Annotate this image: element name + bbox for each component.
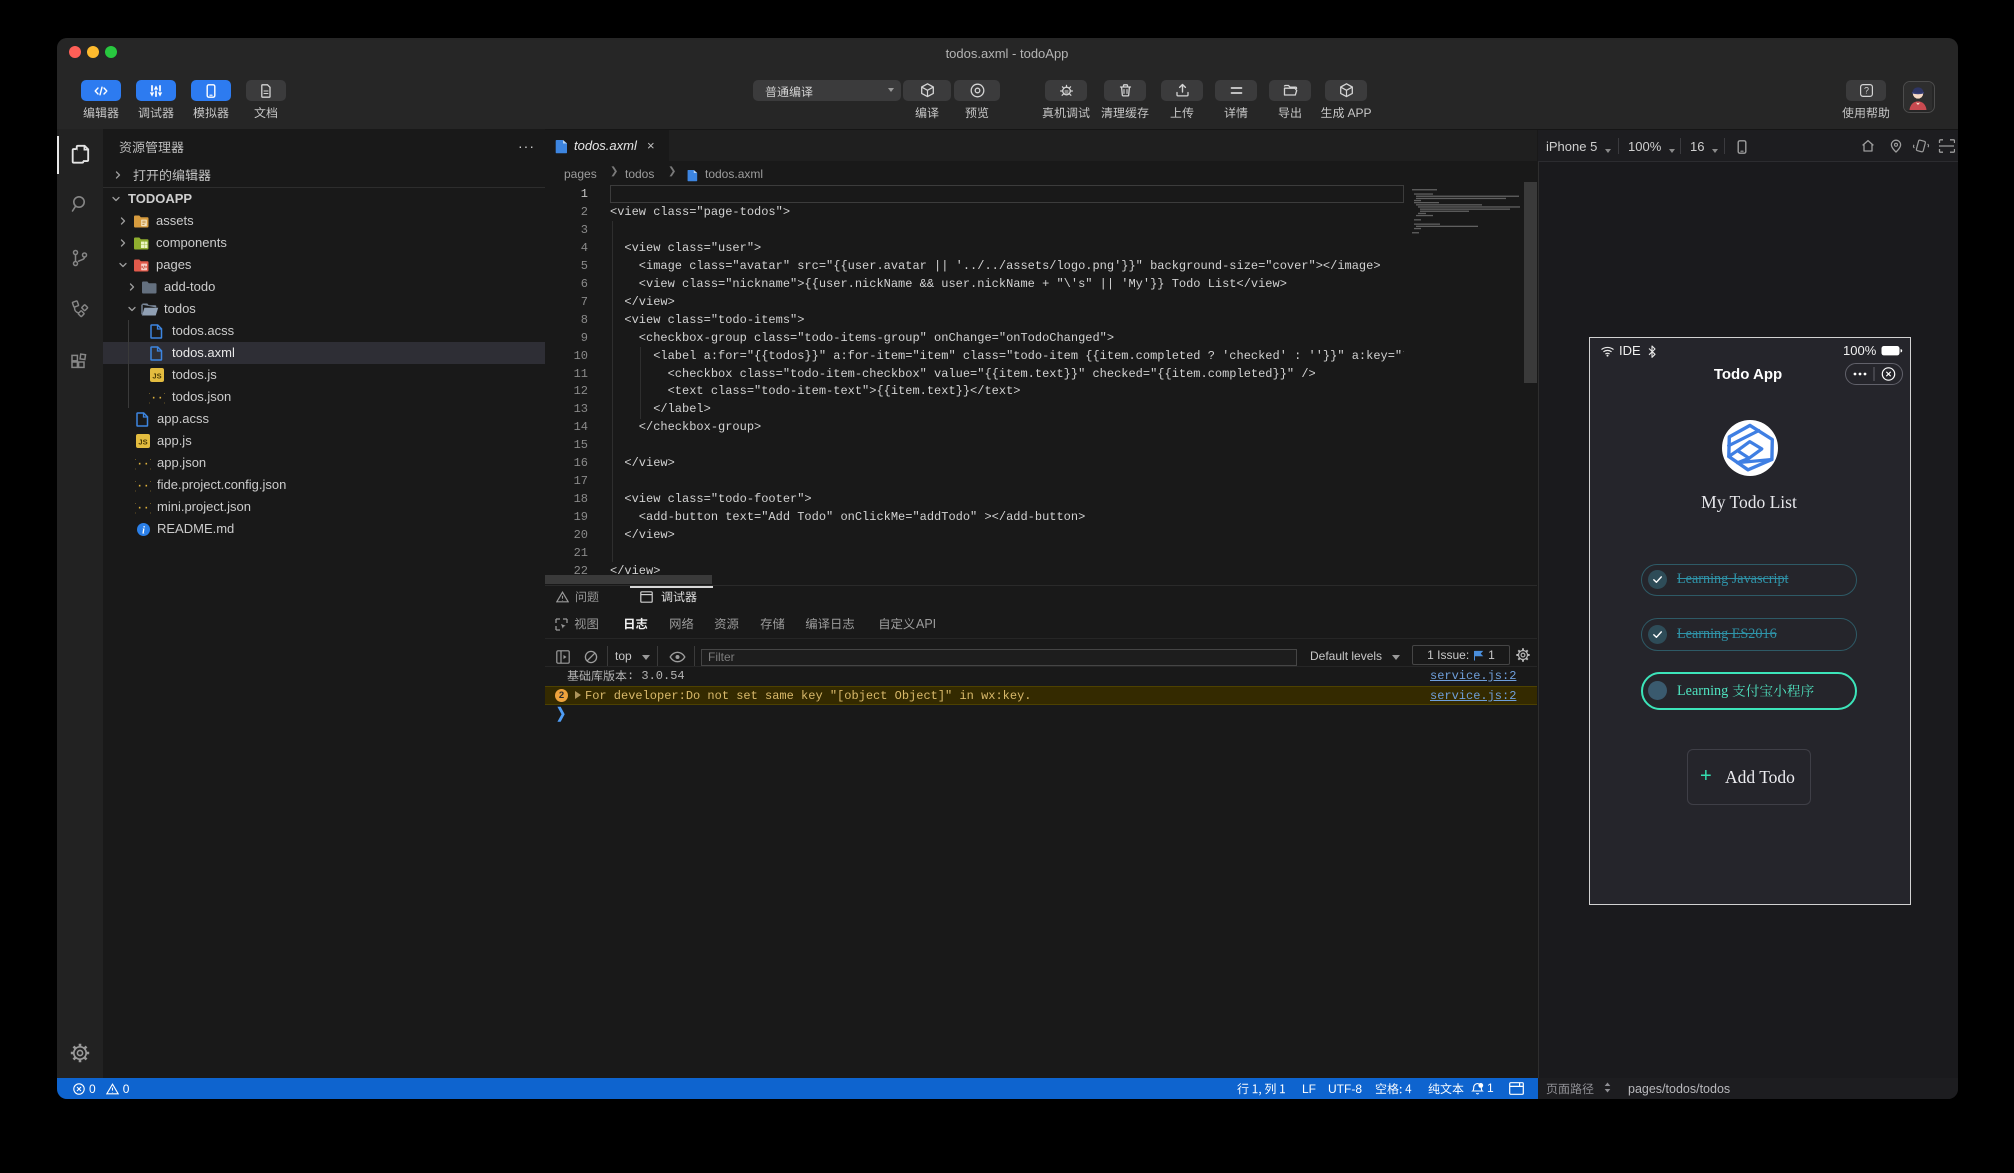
svg-text:{··}: {··} (135, 459, 151, 470)
svg-text:{··}: {··} (135, 503, 151, 514)
svg-text:{··}: {··} (149, 393, 165, 404)
svg-text:i: i (142, 525, 145, 536)
svg-text:?: ? (1863, 85, 1868, 95)
svg-text:JS: JS (138, 438, 147, 447)
svg-text:{··}: {··} (135, 481, 151, 492)
svg-text:JS: JS (152, 372, 161, 381)
